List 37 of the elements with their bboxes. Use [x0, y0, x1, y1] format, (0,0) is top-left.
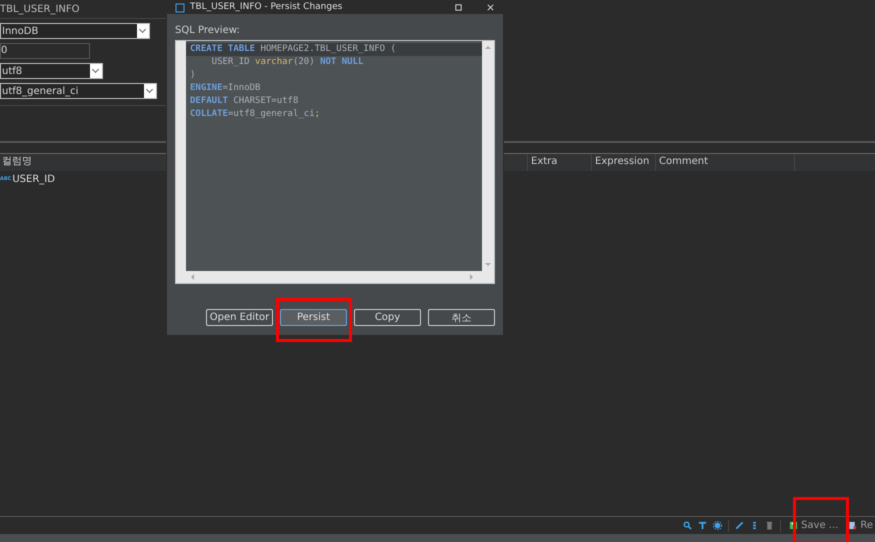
table-name: TBL_USER_INFO: [0, 4, 80, 14]
charset-dropdown[interactable]: utf8: [0, 63, 103, 79]
caret-icon: [137, 24, 149, 38]
close-icon[interactable]: [486, 3, 495, 12]
code-line: ENGINE=InnoDB: [189, 82, 262, 95]
pencil-icon[interactable]: [735, 521, 744, 530]
column-header[interactable]: Extra: [528, 154, 592, 171]
trash-icon[interactable]: [765, 521, 774, 530]
caret-icon: [90, 64, 102, 78]
dialog-button[interactable]: Open Editor: [206, 309, 273, 326]
code-line: USER_ID varchar(20) NOT NULL: [210, 56, 364, 69]
sql-editor[interactable]: CREATE TABLE HOMEPAGE2.TBL_USER_INFO ( USER_ID varchar(20) NOT NULL ) ENGINE=InnoDB DEFAULT CHARSET=utf8 COLLATE=utf8_general_ci;: [175, 40, 495, 284]
revert-button[interactable]: Re: [846, 520, 875, 531]
vertical-scrollbar[interactable]: [482, 41, 494, 271]
table-cell: USER_ID: [12, 174, 55, 184]
caret-icon: [144, 84, 156, 98]
dialog-button[interactable]: Copy: [354, 309, 421, 326]
document-icon: [848, 521, 858, 530]
dialog-button[interactable]: Persist: [280, 309, 347, 326]
maximize-icon[interactable]: [454, 3, 463, 12]
save-button[interactable]: Save ...: [787, 520, 840, 531]
dialog-button[interactable]: 취소: [428, 309, 495, 326]
collation-dropdown[interactable]: utf8_general_ci: [0, 83, 157, 99]
code-line: COLLATE=utf8_general_ci;: [189, 108, 322, 121]
column-header[interactable]: Comment: [656, 154, 795, 171]
filter-icon[interactable]: [698, 521, 708, 530]
engine-dropdown[interactable]: InnoDB: [0, 23, 150, 39]
window-icon: [175, 2, 185, 12]
window-title: TBL_USER_INFO - Persist Changes: [190, 2, 342, 13]
gear-icon[interactable]: [713, 521, 722, 530]
horizontal-scrollbar[interactable]: [186, 271, 494, 283]
code-line: DEFAULT CHARSET=utf8: [189, 95, 300, 108]
code-line: ): [189, 69, 196, 82]
preview-label: SQL Preview:: [175, 24, 241, 38]
search-icon[interactable]: [683, 521, 692, 530]
auto-increment-field[interactable]: 0: [0, 43, 90, 59]
column-header[interactable]: Expression: [592, 154, 656, 171]
